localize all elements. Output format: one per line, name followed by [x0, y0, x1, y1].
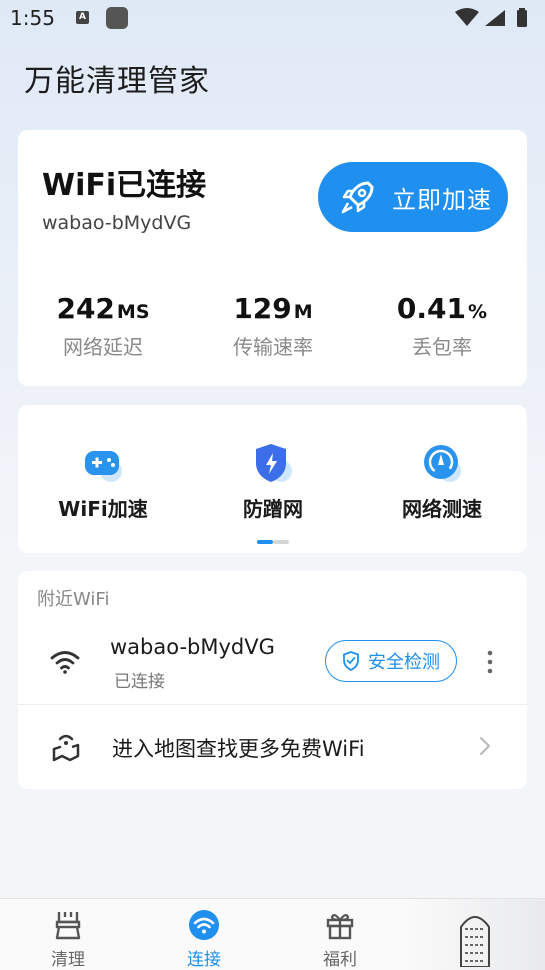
tab-promo[interactable] [405, 899, 545, 970]
tool-label: 防蹭网 [243, 497, 303, 521]
stat-label: 网络延迟 [63, 335, 143, 359]
stat-value: 0.41 [396, 292, 467, 325]
stat-unit: MS [116, 301, 150, 323]
system-status-icons [455, 8, 527, 27]
wifi-icon [50, 651, 80, 674]
app-title: 万能清理管家 [24, 64, 210, 99]
network-name: wabao-bMydVG [110, 635, 275, 659]
tool-speed-test[interactable]: 网络测速 [357, 441, 527, 522]
stat-label: 传输速率 [233, 335, 313, 359]
tool-label: 网络测速 [402, 497, 482, 521]
network-state: 已连接 [114, 672, 165, 692]
nearby-title: 附近WiFi [37, 589, 110, 610]
stat-packet-loss: 0.41% 丢包率 [357, 292, 527, 360]
network-row[interactable]: wabao-bMydVG 已连接 安全检测 [18, 623, 527, 703]
tab-connect[interactable]: 连接 [154, 909, 254, 970]
tab-label: 福利 [323, 950, 357, 970]
tab-rewards[interactable]: 福利 [290, 909, 390, 970]
rocket-icon [341, 181, 374, 214]
shield-bolt-icon [256, 444, 292, 482]
boost-button[interactable]: 立即加速 [318, 162, 508, 232]
tools-card: WiFi加速 防蹭网 网络测速 [18, 405, 527, 553]
stat-unit: % [468, 301, 488, 323]
map-entry-label: 进入地图查找更多免费WiFi [112, 737, 365, 761]
page-indicator [257, 540, 289, 544]
connected-ssid: wabao-bMydVG [42, 212, 192, 234]
gift-icon [326, 913, 354, 940]
stat-latency: 242 MS 网络延迟 [18, 292, 188, 360]
cell-signal-icon [485, 10, 505, 26]
boost-label: 立即加速 [392, 185, 492, 214]
page-dot-active [257, 540, 273, 544]
map-location-icon [52, 734, 80, 762]
tool-label: WiFi加速 [58, 497, 148, 521]
map-entry-row[interactable]: 进入地图查找更多免费WiFi [18, 705, 527, 789]
shield-check-icon [343, 651, 359, 671]
stat-label: 丢包率 [412, 335, 472, 359]
stat-value: 242 [56, 292, 115, 325]
page-dot [273, 540, 289, 544]
tool-anti-leech[interactable]: 防蹭网 [188, 441, 358, 522]
tab-label: 清理 [51, 950, 85, 970]
broom-icon [55, 912, 81, 940]
wifi-signal-icon [455, 8, 479, 26]
tab-clean[interactable]: 清理 [18, 909, 118, 970]
stat-throughput: 129 M 传输速率 [188, 292, 358, 360]
connection-card: WiFi已连接 wabao-bMydVG 立即加速 242 MS 网络延迟 129… [18, 130, 527, 386]
notification-a-icon: A [76, 11, 89, 24]
security-check-label: 安全检测 [368, 652, 440, 673]
chevron-right-icon [479, 736, 491, 756]
bottom-tab-bar: 清理 连接 福利 [0, 898, 545, 970]
tool-wifi-boost[interactable]: WiFi加速 [18, 441, 188, 522]
notification-app-icon [106, 7, 128, 29]
connection-status: WiFi已连接 [42, 168, 207, 203]
nearby-wifi-card: 附近WiFi wabao-bMydVG 已连接 安全检测 进入地图查找更多免费W… [18, 571, 527, 789]
more-options-icon[interactable] [486, 649, 494, 675]
wifi-icon [189, 910, 219, 940]
stat-value: 129 [233, 292, 292, 325]
tab-label: 连接 [187, 950, 221, 970]
security-check-button[interactable]: 安全检测 [325, 640, 457, 682]
gamepad-icon [85, 451, 122, 482]
stat-unit: M [293, 301, 313, 323]
status-time: 1:55 [10, 6, 55, 30]
status-bar: 1:55 A [0, 0, 545, 36]
speedometer-icon [424, 445, 461, 482]
promo-building-icon [460, 916, 490, 967]
battery-icon [517, 10, 527, 27]
